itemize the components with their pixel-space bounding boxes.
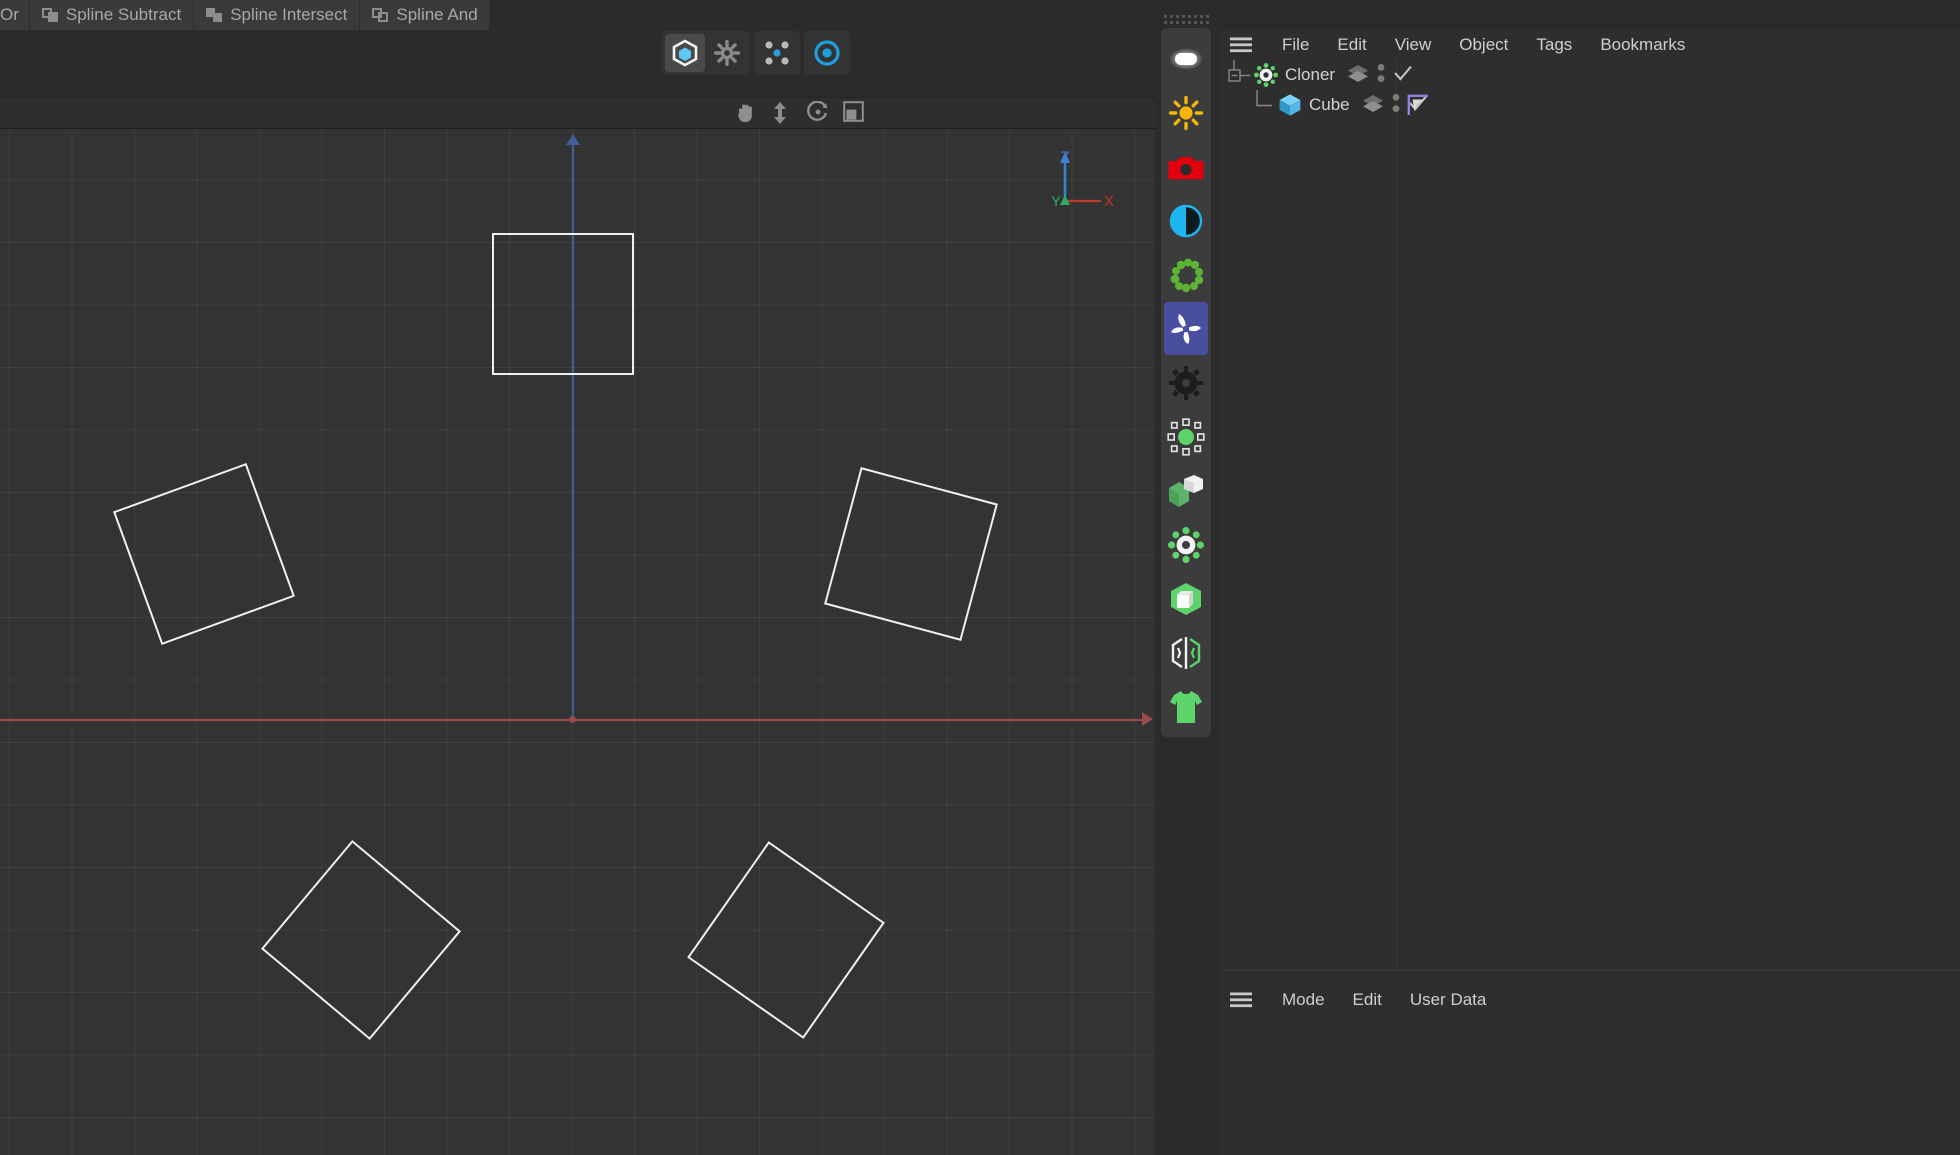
- command-label: Spline And: [396, 5, 478, 24]
- attribute-manager-panel: Mode Edit User Data: [1220, 970, 1960, 1155]
- table-row[interactable]: Cube: [1220, 90, 1960, 120]
- menu-file[interactable]: File: [1268, 30, 1323, 60]
- command-spline-and[interactable]: Spline And: [360, 0, 491, 30]
- cube-icon: [1278, 93, 1302, 117]
- menu-user-data[interactable]: User Data: [1396, 985, 1501, 1015]
- viewport-header-bar: [0, 97, 1155, 129]
- layer-icon[interactable]: [1347, 63, 1369, 88]
- viewport-mode-toolbar: [662, 28, 850, 78]
- object-manager-menubar: File Edit View Object Tags Bookmarks: [1220, 30, 1960, 60]
- hair-object-icon[interactable]: [1164, 248, 1208, 301]
- object-manager-column-divider[interactable]: [1396, 60, 1397, 970]
- menu-tags[interactable]: Tags: [1522, 30, 1586, 60]
- array-icon[interactable]: [1164, 464, 1208, 517]
- command-spline-or[interactable]: Or: [0, 0, 30, 30]
- z-axis-arrow: [566, 134, 580, 145]
- layer-icon[interactable]: [1362, 93, 1384, 118]
- clone-square-top[interactable]: [492, 233, 634, 375]
- primitive-cube-icon[interactable]: [1164, 572, 1208, 625]
- object-row-controls: [1347, 62, 1413, 89]
- visibility-dots-icon[interactable]: [1392, 92, 1400, 119]
- camera-icon[interactable]: [1164, 140, 1208, 193]
- effector-icon[interactable]: [1164, 410, 1208, 463]
- axis-orientation-gizmo: Z X Y: [1047, 143, 1117, 213]
- expand-collapse-toggle[interactable]: [1228, 60, 1254, 90]
- right-panel-gutter: [1211, 0, 1220, 1155]
- command-label: Spline Intersect: [230, 5, 348, 24]
- menu-object[interactable]: Object: [1445, 30, 1522, 60]
- menu-view[interactable]: View: [1381, 30, 1446, 60]
- maximize-viewport-icon[interactable]: [843, 101, 865, 125]
- object-tag-list: [1406, 93, 1430, 122]
- object-creation-palette: [1161, 28, 1211, 737]
- svg-text:Y: Y: [1051, 193, 1061, 209]
- attribute-manager-content: [1220, 1015, 1960, 1155]
- phong-tag-icon[interactable]: [1406, 94, 1430, 121]
- hamburger-menu-icon[interactable]: [1230, 37, 1252, 53]
- viewport-canvas[interactable]: Z X Y: [0, 129, 1155, 1155]
- visibility-dots-icon[interactable]: [1377, 62, 1385, 89]
- mograph-icon[interactable]: [1164, 302, 1208, 355]
- gear-settings-icon[interactable]: [707, 34, 747, 72]
- hamburger-menu-icon[interactable]: [1230, 992, 1252, 1008]
- menu-edit[interactable]: Edit: [1323, 30, 1380, 60]
- table-row[interactable]: Cloner: [1220, 60, 1960, 90]
- cloth-icon[interactable]: [1164, 680, 1208, 733]
- object-mode-icon[interactable]: [665, 34, 705, 72]
- environment-icon[interactable]: [1164, 194, 1208, 247]
- rotate-icon[interactable]: [807, 100, 829, 125]
- palette-drag-grip[interactable]: [1163, 12, 1209, 24]
- spline-intersect-icon: [206, 7, 223, 23]
- object-manager-panel: File Edit View Object Tags Bookmarks Clo…: [1220, 30, 1960, 970]
- viewport-toolbar-group-2: [754, 31, 800, 75]
- svg-text:Z: Z: [1060, 148, 1069, 165]
- tree-branch-connector: [1252, 90, 1278, 120]
- viewport-toolbar-group-3: [804, 31, 850, 75]
- viewport-toolbar-group-1: [662, 31, 750, 75]
- menu-mode[interactable]: Mode: [1268, 985, 1339, 1015]
- z-axis-line: [572, 143, 574, 721]
- object-tree: Cloner Cube: [1220, 60, 1960, 970]
- command-palette-bar: Or Spline Subtract Spline Intersect Spli…: [0, 0, 491, 30]
- application-window: Or Spline Subtract Spline Intersect Spli…: [0, 0, 1960, 1155]
- enable-check-icon[interactable]: [1393, 64, 1413, 87]
- sun-light-icon[interactable]: [1164, 86, 1208, 139]
- menu-edit[interactable]: Edit: [1339, 985, 1396, 1015]
- attribute-manager-menubar: Mode Edit User Data: [1220, 985, 1960, 1015]
- x-axis-arrow: [1142, 712, 1153, 726]
- spline-and-icon: [372, 7, 389, 23]
- world-origin-marker: [569, 716, 576, 723]
- viewport-panel: Z X Y: [0, 30, 1155, 1155]
- pan-icon[interactable]: [735, 101, 757, 125]
- spline-subtract-icon: [41, 7, 59, 23]
- deformer-icon[interactable]: [1164, 626, 1208, 679]
- command-label: Or: [0, 5, 19, 24]
- cloner-icon: [1254, 63, 1278, 87]
- light-icon[interactable]: [1164, 32, 1208, 85]
- object-name: Cloner: [1285, 65, 1336, 84]
- command-spline-subtract[interactable]: Spline Subtract: [30, 0, 195, 30]
- generator-gear-icon[interactable]: [1164, 518, 1208, 571]
- svg-text:X: X: [1104, 193, 1114, 210]
- axis-mode-icon[interactable]: [807, 34, 847, 72]
- points-mode-icon[interactable]: [757, 34, 797, 72]
- simulation-icon[interactable]: [1164, 356, 1208, 409]
- object-name: Cube: [1309, 95, 1350, 114]
- zoom-icon[interactable]: [771, 101, 793, 125]
- menu-bookmarks[interactable]: Bookmarks: [1586, 30, 1699, 60]
- viewport-nav-icons: [735, 100, 865, 125]
- command-spline-intersect[interactable]: Spline Intersect: [194, 0, 361, 30]
- command-label: Spline Subtract: [65, 5, 182, 24]
